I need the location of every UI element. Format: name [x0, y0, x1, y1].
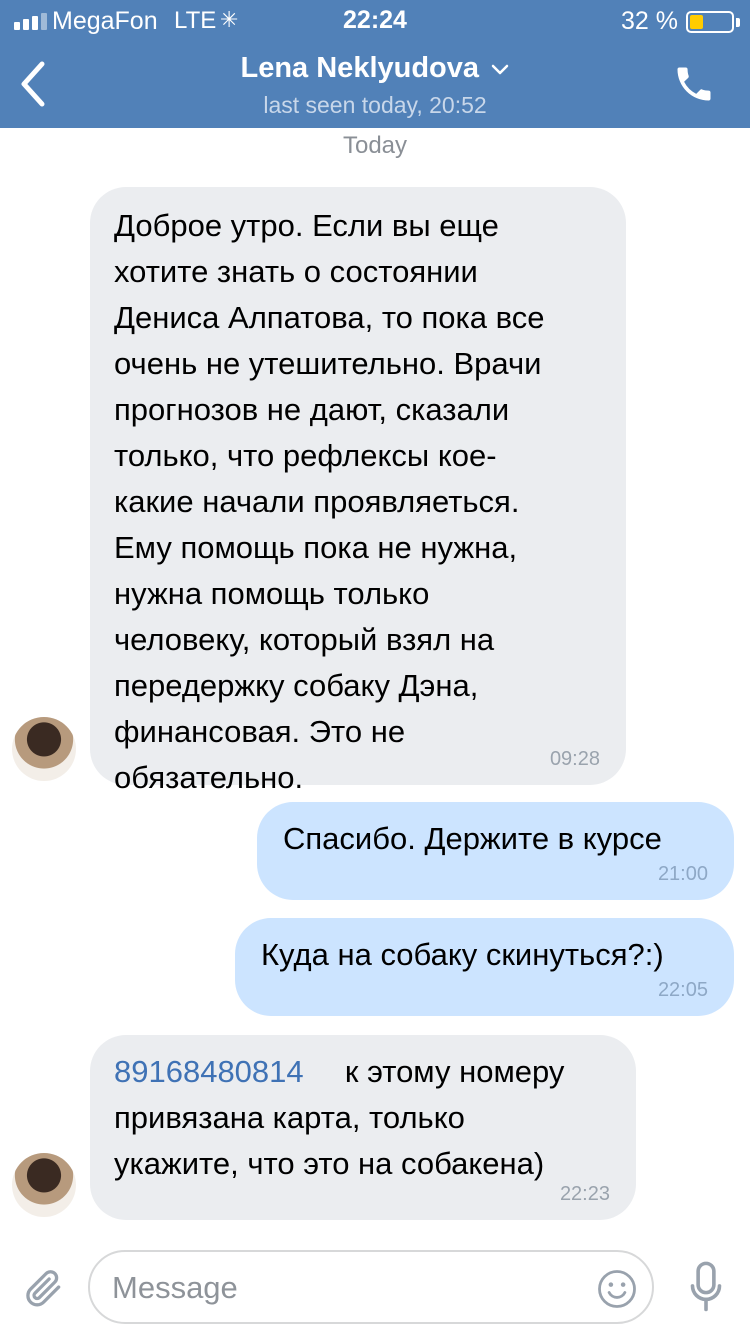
- avatar[interactable]: [12, 717, 76, 781]
- smiley-icon: [598, 1270, 636, 1308]
- incoming-message[interactable]: Доброе утро. Если вы еще хотите знать о …: [90, 187, 626, 795]
- battery-icon: [686, 11, 734, 33]
- incoming-message[interactable]: 89168480814 к этому номеру привязана кар…: [90, 1035, 636, 1220]
- emoji-button[interactable]: [596, 1268, 638, 1310]
- message-time: 09:28: [549, 748, 600, 770]
- battery-percent: 32 %: [621, 7, 678, 35]
- chevron-down-icon: [492, 64, 509, 75]
- attach-button[interactable]: [22, 1264, 66, 1312]
- microphone-icon: [690, 1261, 722, 1312]
- message-text: Куда на собаку скинуться?:): [261, 937, 664, 972]
- contact-name[interactable]: Lena Neklyudova: [241, 52, 480, 85]
- message-input[interactable]: [112, 1268, 582, 1308]
- message-text: Спасибо. Держите в курсе: [283, 821, 662, 856]
- message-composer: [0, 1240, 750, 1334]
- message-input-field[interactable]: [88, 1250, 654, 1324]
- phone-icon: [677, 67, 711, 101]
- message-text: привязана карта, только укажите, что это…: [114, 1100, 545, 1181]
- paperclip-icon: [26, 1270, 61, 1307]
- message-time: 22:05: [657, 979, 708, 1001]
- phone-number-link[interactable]: 89168480814: [114, 1054, 304, 1089]
- contact-title[interactable]: Lena Neklyudova: [0, 52, 750, 85]
- outgoing-message[interactable]: Спасибо. Держите в курсе 21:00: [257, 802, 734, 900]
- avatar[interactable]: [12, 1153, 76, 1217]
- message-text-line: к этому номеру: [344, 1054, 565, 1089]
- chat-header: MegaFon LTE ✳ 22:24 32 % Lena Neklyudova…: [0, 0, 750, 128]
- voice-message-button[interactable]: [688, 1260, 724, 1314]
- date-separator: Today: [342, 132, 408, 159]
- message-text: Доброе утро. Если вы еще хотите знать о …: [114, 208, 545, 795]
- call-button[interactable]: [672, 62, 716, 106]
- battery-tip: [736, 18, 740, 27]
- message-time: 21:00: [657, 863, 708, 885]
- last-seen-status: last seen today, 20:52: [263, 92, 487, 118]
- message-time: 22:23: [559, 1183, 610, 1205]
- battery-level-fill: [690, 15, 703, 29]
- status-bar: MegaFon LTE ✳ 22:24 32 %: [0, 0, 750, 40]
- outgoing-message[interactable]: Куда на собаку скинуться?:) 22:05: [235, 918, 734, 1016]
